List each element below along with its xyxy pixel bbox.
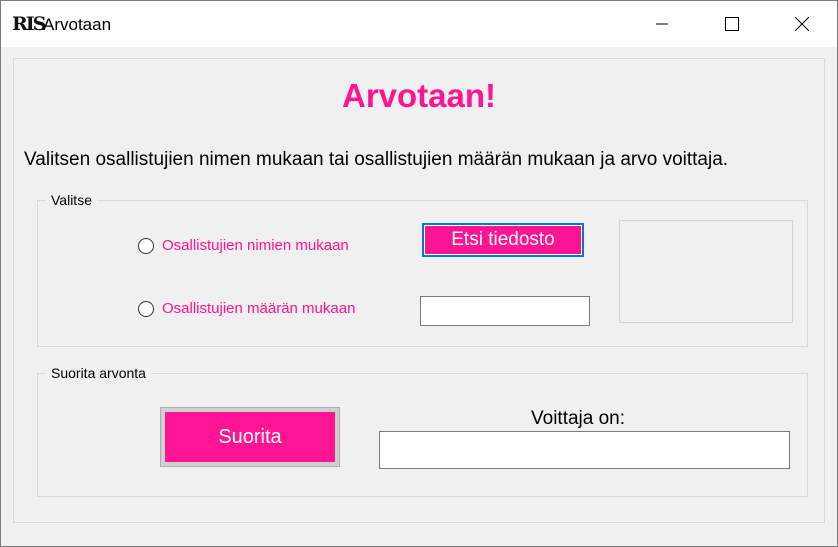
file-preview-box — [619, 220, 793, 323]
radio-by-count[interactable]: Osallistujien määrän mukaan — [138, 300, 355, 317]
select-group-legend: Valitse — [46, 192, 97, 208]
select-groupbox: Valitse Osallistujien nimien mukaan Osal… — [37, 192, 808, 347]
app-logo: RIS — [12, 13, 46, 35]
run-groupbox: Suorita arvonta Suorita Voittaja on: — [37, 365, 808, 497]
window-title: Arvotaan — [43, 15, 112, 34]
maximize-button[interactable] — [709, 1, 755, 47]
run-draw-button-label[interactable]: Suorita — [165, 412, 335, 462]
winner-label: Voittaja on: — [531, 408, 626, 429]
close-button[interactable] — [779, 1, 825, 47]
run-group-legend: Suorita arvonta — [46, 365, 151, 381]
maximize-icon — [725, 17, 739, 31]
radio-by-names[interactable]: Osallistujien nimien mukaan — [138, 237, 349, 254]
radio-by-count-label[interactable]: Osallistujien määrän mukaan — [162, 300, 355, 317]
page-title: Arvotaan! — [341, 77, 497, 114]
winner-output-field[interactable] — [379, 431, 790, 469]
minimize-icon — [656, 23, 668, 25]
radio-by-names-label[interactable]: Osallistujien nimien mukaan — [162, 237, 349, 254]
instructions-text: Valitsen osallistujien nimen mukaan tai … — [24, 149, 729, 170]
title-bar[interactable]: RIS Arvotaan — [1, 1, 837, 47]
minimize-button[interactable] — [639, 1, 685, 47]
close-icon — [795, 17, 809, 31]
form-panel: Arvotaan! Valitsen osallistujien nimen m… — [13, 58, 825, 523]
run-draw-button[interactable]: Suorita — [160, 407, 340, 467]
participant-count-input[interactable] — [420, 296, 590, 326]
radio-circle-count[interactable] — [138, 300, 154, 317]
browse-file-button[interactable]: Etsi tiedosto — [422, 223, 584, 257]
app-window: RIS Arvotaan Arvotaan! Valitsen osallist… — [0, 0, 838, 547]
radio-circle-names[interactable] — [138, 237, 154, 254]
